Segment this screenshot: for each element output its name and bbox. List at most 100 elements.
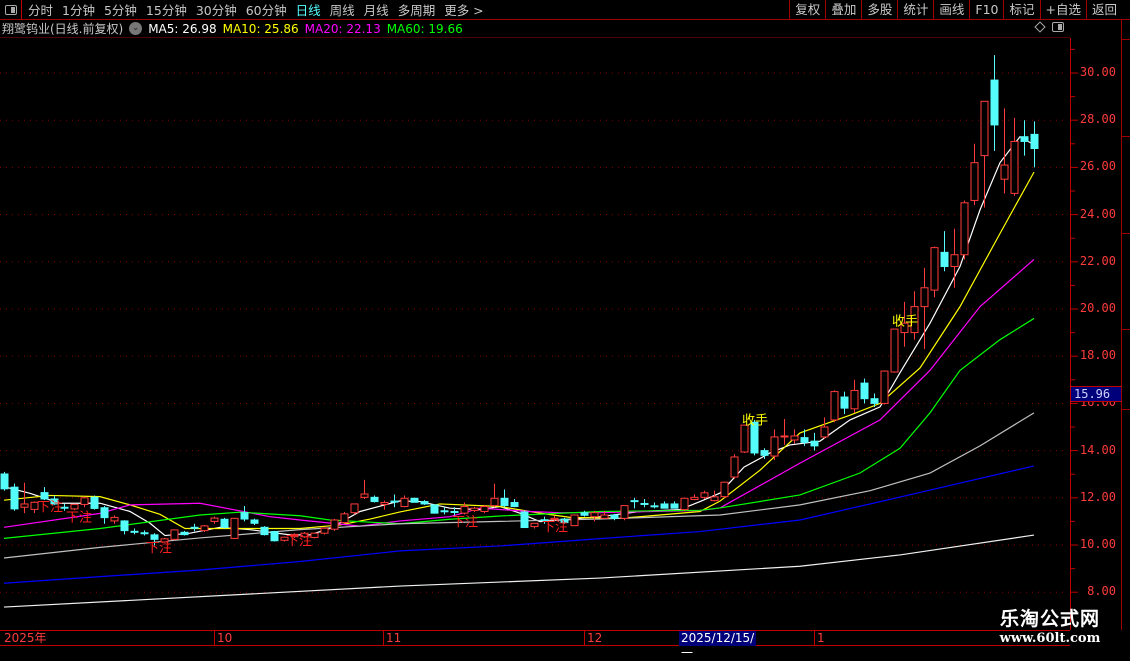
candle-up <box>350 503 359 514</box>
date-label: 11 <box>383 631 401 646</box>
candle-down <box>270 531 279 542</box>
price-tick-label: 30.00 <box>1079 65 1116 79</box>
candle-up <box>820 426 829 438</box>
signal-label: 下注 <box>66 510 92 525</box>
candle-up <box>600 514 609 519</box>
side-panel-cell <box>1122 137 1130 234</box>
candle-down <box>760 450 769 456</box>
candle-down <box>510 502 519 508</box>
candle-down <box>990 79 999 126</box>
candle-up <box>490 497 499 507</box>
candle-up <box>620 505 629 519</box>
signal-label: 下注 <box>286 534 312 549</box>
candle-up <box>330 519 339 530</box>
candle-down <box>120 520 129 532</box>
ma-line-ma5 <box>3 135 1035 537</box>
candle-up <box>340 513 349 524</box>
candle-down <box>440 510 449 513</box>
candle-down <box>390 500 399 503</box>
candle-up <box>460 506 469 514</box>
price-tick-label: 12.00 <box>1079 489 1116 504</box>
candle-down <box>640 502 649 505</box>
candle-up <box>880 370 889 404</box>
candle-down <box>410 497 419 503</box>
candle-down <box>370 496 379 503</box>
candle-up <box>320 527 329 534</box>
ma-line-ma20 <box>3 258 1035 528</box>
candle-up <box>920 287 929 308</box>
candle-up <box>590 512 599 518</box>
signal-label: 下注 <box>37 500 63 515</box>
candle-down <box>1030 133 1039 150</box>
candle-down <box>500 497 509 507</box>
candle-down <box>800 437 809 443</box>
candle-up <box>970 162 979 201</box>
candle-up <box>690 496 699 500</box>
side-panel-cell <box>1122 20 1130 40</box>
candle-up <box>210 517 219 522</box>
candle-down <box>140 532 149 535</box>
candle-up <box>960 202 969 256</box>
price-tick-label: 20.00 <box>1079 301 1116 315</box>
date-label: 10 <box>214 631 232 646</box>
candle-down <box>660 503 669 509</box>
candle-down <box>420 501 429 505</box>
candle-up <box>170 529 179 540</box>
candle-down <box>260 526 269 536</box>
candle-up <box>470 507 479 512</box>
price-tick-label: 22.00 <box>1079 253 1116 268</box>
candle-down <box>610 514 619 519</box>
watermark: 乐淘公式网 www.60lt.com <box>985 604 1115 646</box>
price-tick-label: 26.00 <box>1079 159 1116 174</box>
candle-up <box>80 497 89 505</box>
candle-up <box>1000 164 1009 180</box>
candle-up <box>230 517 239 539</box>
date-label: 1 <box>814 631 825 646</box>
candle-down <box>870 398 879 404</box>
signal-label: 下注 <box>542 520 568 535</box>
candle-up <box>310 532 319 538</box>
cursor-date-label: 2025/12/15/一 <box>679 631 756 660</box>
ma-line-ma10 <box>3 171 1035 530</box>
candle-down <box>940 251 949 268</box>
candle-up <box>950 254 959 268</box>
candle-up <box>20 503 29 508</box>
candle-up <box>890 328 899 373</box>
candle-down <box>1020 136 1029 142</box>
candle-down <box>190 526 199 529</box>
date-label: 12 <box>584 631 602 646</box>
price-tick-label: 14.00 <box>1079 442 1116 457</box>
signal-label: 收手 <box>892 315 918 330</box>
candle-down <box>220 518 229 528</box>
candle-down <box>580 512 589 516</box>
candle-down <box>240 512 249 520</box>
candlestick-chart[interactable]: 下注下注下注 下注下注 下注收手收手 <box>0 0 1121 630</box>
candle-up <box>700 492 709 498</box>
candle-down <box>130 530 139 533</box>
candle-down <box>670 503 679 509</box>
candle-up <box>770 436 779 457</box>
side-panel-cell <box>1122 40 1130 137</box>
candle-down <box>520 511 529 529</box>
price-tick-label: 28.00 <box>1079 112 1116 127</box>
candle-up <box>570 514 579 527</box>
ma-line-ma60 <box>3 317 1035 539</box>
candle-up <box>850 389 859 410</box>
right-side-panel[interactable] <box>1121 20 1130 630</box>
candle-down <box>150 534 159 540</box>
candle-down <box>450 510 459 513</box>
candle-up <box>980 100 989 157</box>
candle-up <box>110 516 119 522</box>
side-panel-cell <box>1122 234 1130 330</box>
side-panel-cell <box>1122 330 1130 410</box>
price-tick-label: 8.00 <box>1087 584 1116 599</box>
price-tick-label: 10.00 <box>1079 537 1116 551</box>
candle-up <box>400 497 409 508</box>
candle-up <box>380 502 389 505</box>
candle-down <box>0 473 9 490</box>
candle-down <box>860 382 869 400</box>
candle-down <box>40 492 49 500</box>
candle-up <box>530 522 539 528</box>
signal-label: 下注 <box>452 515 478 530</box>
candle-down <box>90 496 99 509</box>
